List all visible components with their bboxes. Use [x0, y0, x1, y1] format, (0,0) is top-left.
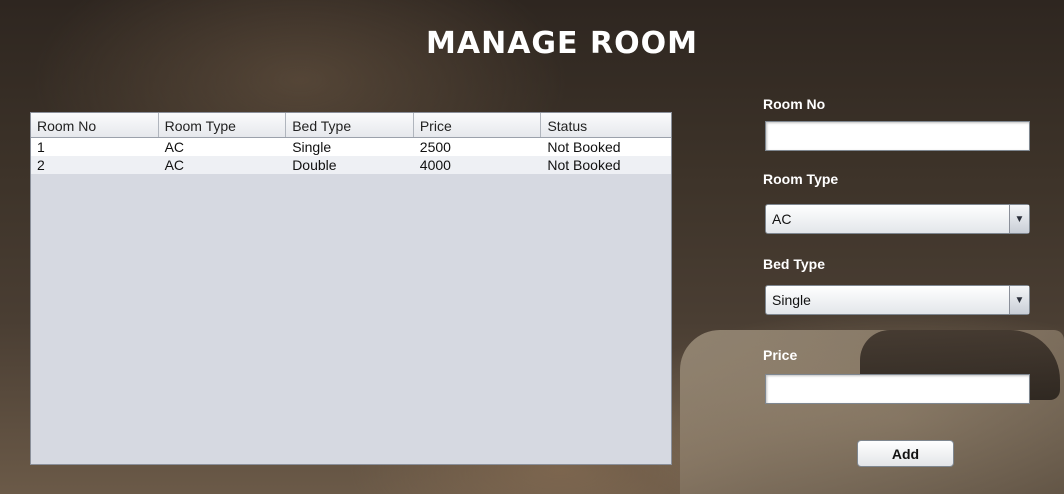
cell-room-no: 2	[37, 157, 45, 173]
page-title: MANAGE ROOM	[426, 26, 698, 61]
column-header-status[interactable]: Status	[541, 113, 671, 137]
chevron-down-icon[interactable]: ▼	[1009, 286, 1029, 314]
chevron-down-icon[interactable]: ▼	[1009, 205, 1029, 233]
cell-price: 2500	[419, 139, 451, 155]
column-header-price[interactable]: Price	[414, 113, 542, 137]
table-header: Room No Room Type Bed Type Price Status	[31, 113, 671, 138]
cell-bed-type: Double	[292, 157, 337, 173]
column-header-bed-type[interactable]: Bed Type	[286, 113, 414, 137]
cell-room-no: 1	[37, 139, 45, 155]
bed-type-select[interactable]: Single ▼	[765, 285, 1030, 315]
cell-room-type: AC	[164, 157, 185, 173]
table-row[interactable]: 2 AC Double 4000 Not Booked	[31, 156, 671, 174]
cell-price: 4000	[419, 157, 451, 173]
cell-room-type: AC	[164, 139, 185, 155]
room-type-label: Room Type	[763, 171, 839, 187]
column-header-room-type[interactable]: Room Type	[159, 113, 287, 137]
room-no-field[interactable]	[765, 121, 1030, 151]
column-header-room-no[interactable]: Room No	[31, 113, 159, 137]
cell-bed-type: Single	[292, 139, 332, 155]
cell-status: Not Booked	[547, 157, 621, 173]
table-row[interactable]: 1 AC Single 2500 Not Booked	[31, 138, 671, 156]
rooms-table[interactable]: Room No Room Type Bed Type Price Status …	[30, 112, 672, 465]
room-type-select[interactable]: AC ▼	[765, 204, 1030, 234]
room-no-label: Room No	[763, 96, 826, 112]
cell-status: Not Booked	[547, 139, 621, 155]
price-label: Price	[763, 347, 798, 363]
price-field[interactable]	[765, 374, 1030, 404]
room-type-value: AC	[772, 211, 792, 227]
add-button[interactable]: Add	[857, 440, 954, 467]
bed-type-value: Single	[772, 292, 811, 308]
bed-type-label: Bed Type	[763, 256, 825, 272]
